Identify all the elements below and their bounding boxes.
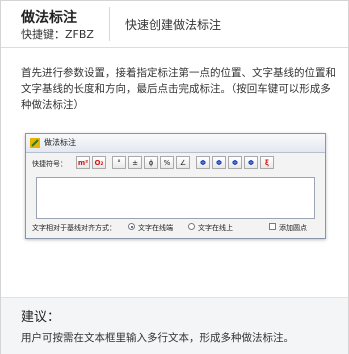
dialog-titlebar: 做法标注 bbox=[26, 134, 325, 153]
radio-text-on-line[interactable] bbox=[188, 223, 195, 230]
o2-button[interactable]: O₂ bbox=[92, 156, 106, 169]
angle-button[interactable]: ∠ bbox=[176, 156, 190, 169]
command-description: 快速创建做法标注 bbox=[125, 18, 222, 32]
alignment-options: 文字相对于基线对齐方式： 文字在线端 文字在线上 添加圆点 bbox=[32, 222, 322, 234]
rebar-grade-2-button[interactable]: Φ bbox=[212, 156, 226, 169]
radio-text-on-line-label: 文字在线上 bbox=[198, 224, 233, 232]
percent-button[interactable]: % bbox=[160, 156, 174, 169]
degree-button[interactable]: ° bbox=[112, 156, 126, 169]
radio-text-at-end-label: 文字在线端 bbox=[138, 224, 173, 232]
app-icon bbox=[30, 138, 40, 148]
header-divider bbox=[109, 7, 110, 41]
phi-button[interactable]: ϕ bbox=[144, 156, 158, 169]
tip-body: 用户可按需在文本框里输入多行文本，形成多种做法标注。 bbox=[21, 332, 294, 344]
add-dot-checkbox[interactable] bbox=[269, 223, 276, 230]
alignment-label: 文字相对于基线对齐方式： bbox=[32, 224, 116, 232]
tip-title: 建议： bbox=[21, 310, 61, 325]
tip-section: 建议： 用户可按需在文本框里输入多行文本，形成多种做法标注。 bbox=[1, 297, 348, 354]
rebar-grade-4-button[interactable]: Φ bbox=[244, 156, 258, 169]
usage-description: 首先进行参数设置，接着指定标注第一点的位置、文字基线的位置和文字基线的长度和方向… bbox=[21, 67, 336, 111]
rebar-grade-1-button[interactable]: Φ bbox=[196, 156, 210, 169]
symbol-label: 快捷符号： bbox=[32, 160, 67, 168]
command-shortcut: 快捷键：ZFBZ bbox=[21, 28, 94, 41]
command-header: 做法标注 快捷键：ZFBZ 快速创建做法标注 bbox=[1, 1, 348, 48]
command-title: 做法标注 bbox=[21, 10, 77, 26]
dialog-title: 做法标注 bbox=[44, 138, 76, 147]
rebar-grade-3-button[interactable]: Φ bbox=[228, 156, 242, 169]
plus-minus-button[interactable]: ± bbox=[128, 156, 142, 169]
add-dot-label: 添加圆点 bbox=[279, 224, 307, 232]
square-meter-button[interactable]: m² bbox=[76, 156, 90, 169]
special-symbol-button[interactable]: ξ bbox=[260, 156, 274, 169]
annotation-dialog-preview: 做法标注 快捷符号： m² O₂ ° ± ϕ % ∠ Φ Φ Φ Φ ξ 文字相… bbox=[25, 133, 326, 239]
annotation-text-input[interactable] bbox=[36, 177, 315, 219]
command-panel: 做法标注 快捷键：ZFBZ 快速创建做法标注 首先进行参数设置，接着指定标注第一… bbox=[0, 0, 349, 354]
radio-text-at-end[interactable] bbox=[128, 223, 135, 230]
